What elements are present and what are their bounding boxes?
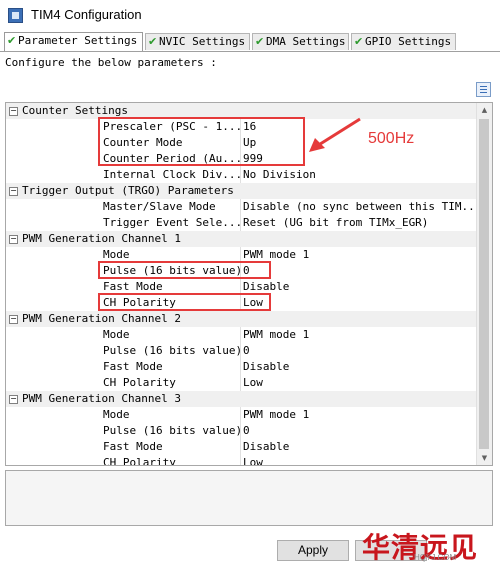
checkmark-icon: ✔ — [255, 35, 265, 48]
category-label: PWM Generation Channel 1 — [22, 232, 181, 245]
category-pwm-channel-3[interactable]: − PWM Generation Channel 3 — [6, 391, 478, 407]
checkmark-icon: ✔ — [354, 35, 364, 48]
property-name: Internal Clock Div... — [103, 168, 240, 181]
property-value[interactable]: 0 — [243, 423, 478, 439]
tab-label: Parameter Settings — [18, 34, 138, 47]
tab-parameter-settings[interactable]: ✔ Parameter Settings — [4, 32, 143, 51]
property-name: CH Polarity — [103, 376, 176, 389]
property-name: CH Polarity — [103, 456, 176, 466]
property-name: Master/Slave Mode — [103, 200, 216, 213]
property-row[interactable]: Fast Mode Disable — [6, 439, 478, 455]
collapse-icon[interactable]: − — [9, 235, 18, 244]
scroll-up-arrow-icon[interactable]: ▲ — [477, 103, 492, 117]
property-name: Fast Mode — [103, 360, 163, 373]
category-label: Trigger Output (TRGO) Parameters — [22, 184, 234, 197]
property-value[interactable]: Low — [243, 295, 478, 311]
description-text: Configure the below parameters : — [5, 56, 217, 69]
vertical-scrollbar[interactable]: ▲ ▼ — [476, 103, 492, 465]
annotation-arrow — [309, 117, 361, 152]
property-row[interactable]: Master/Slave Mode Disable (no sync betwee… — [6, 199, 478, 215]
title-bar: TIM4 Configuration — [0, 0, 500, 30]
watermark-url: HQYJ.COM — [414, 553, 457, 562]
tab-label: NVIC Settings — [159, 35, 246, 48]
category-label: PWM Generation Channel 3 — [22, 392, 181, 405]
property-value[interactable]: Disable — [243, 359, 478, 375]
category-trigger-output[interactable]: − Trigger Output (TRGO) Parameters — [6, 183, 478, 199]
window-title: TIM4 Configuration — [31, 7, 142, 22]
description-pane — [5, 470, 493, 526]
property-name: Pulse (16 bits value) — [103, 344, 240, 357]
highlight-ch-polarity — [98, 293, 271, 311]
categorized-view-icon[interactable] — [476, 82, 491, 97]
collapse-icon[interactable]: − — [9, 315, 18, 324]
tab-nvic-settings[interactable]: ✔ NVIC Settings — [145, 33, 250, 50]
property-value[interactable]: PWM mode 1 — [243, 407, 478, 423]
property-value[interactable]: Disable — [243, 279, 478, 295]
collapse-icon[interactable]: − — [9, 395, 18, 404]
category-pwm-channel-1[interactable]: − PWM Generation Channel 1 — [6, 231, 478, 247]
property-row[interactable]: Trigger Event Sele... Reset (UG bit from … — [6, 215, 478, 231]
annotation-frequency: 500Hz — [368, 130, 415, 147]
property-row[interactable]: CH Polarity Low — [6, 455, 478, 466]
tab-gpio-settings[interactable]: ✔ GPIO Settings — [351, 33, 456, 50]
property-value[interactable]: 0 — [243, 343, 478, 359]
category-label: PWM Generation Channel 2 — [22, 312, 181, 325]
app-icon — [8, 8, 23, 23]
property-value[interactable]: 0 — [243, 263, 478, 279]
property-value[interactable]: Disable (no sync between this TIM... — [243, 199, 478, 215]
property-row[interactable]: Fast Mode Disable — [6, 359, 478, 375]
property-row[interactable]: CH Polarity Low — [6, 375, 478, 391]
collapse-icon[interactable]: − — [9, 107, 18, 116]
property-value[interactable]: Low — [243, 455, 478, 465]
property-value[interactable]: Reset (UG bit from TIMx_EGR) — [243, 215, 478, 231]
property-value[interactable]: Disable — [243, 439, 478, 455]
property-name: Pulse (16 bits value) — [103, 424, 240, 437]
property-value[interactable]: PWM mode 1 — [243, 327, 478, 343]
highlight-pulse — [98, 261, 271, 279]
property-row[interactable]: Internal Clock Div... No Division — [6, 167, 478, 183]
tab-label: DMA Settings — [266, 35, 346, 48]
checkmark-icon: ✔ — [7, 34, 17, 47]
apply-button[interactable]: Apply — [277, 540, 349, 561]
property-row[interactable]: Mode PWM mode 1 — [6, 407, 478, 423]
tab-bar: ✔ Parameter Settings ✔ NVIC Settings ✔ DMA … — [0, 32, 500, 52]
property-row[interactable]: Pulse (16 bits value) 0 — [6, 343, 478, 359]
property-name: Fast Mode — [103, 440, 163, 453]
tab-dma-settings[interactable]: ✔ DMA Settings — [252, 33, 349, 50]
property-value[interactable]: No Division — [243, 167, 478, 183]
property-value[interactable]: PWM mode 1 — [243, 247, 478, 263]
scroll-down-arrow-icon[interactable]: ▼ — [477, 451, 492, 465]
tab-label: GPIO Settings — [365, 35, 452, 48]
property-name: Mode — [103, 408, 130, 421]
property-row[interactable]: Pulse (16 bits value) 0 — [6, 423, 478, 439]
highlight-counter-settings — [98, 117, 305, 166]
scrollbar-thumb[interactable] — [479, 119, 489, 449]
category-pwm-channel-2[interactable]: − PWM Generation Channel 2 — [6, 311, 478, 327]
property-row[interactable]: Mode PWM mode 1 — [6, 327, 478, 343]
property-name: Mode — [103, 328, 130, 341]
collapse-icon[interactable]: − — [9, 187, 18, 196]
checkmark-icon: ✔ — [148, 35, 158, 48]
property-name: Trigger Event Sele... — [103, 216, 240, 229]
property-value[interactable]: Low — [243, 375, 478, 391]
